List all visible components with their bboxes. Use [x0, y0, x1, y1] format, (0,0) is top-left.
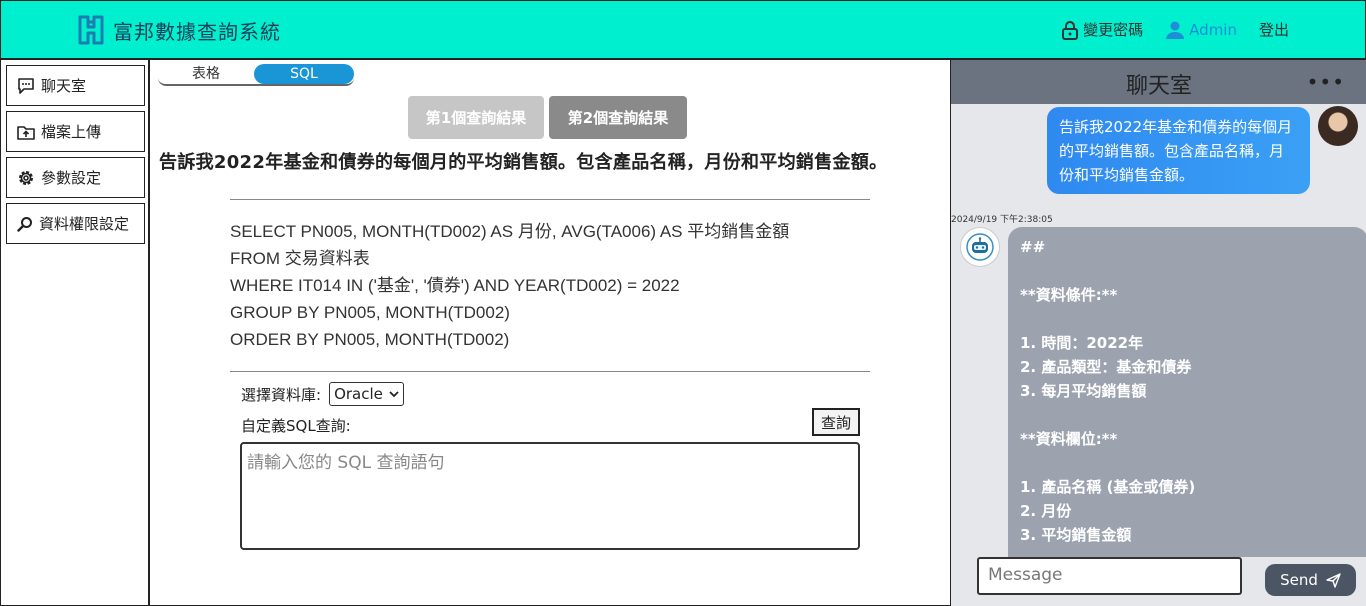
send-button[interactable]: Send — [1265, 564, 1356, 596]
sql-query-input[interactable]: 請輸入您的 SQL 查詢語句 — [240, 442, 860, 550]
chat-panel: 聊天室 ••• 告訴我2022年基金和債券的每個月的平均銷售額。包含產品名稱，月… — [950, 60, 1366, 606]
tab-sql[interactable]: SQL — [254, 64, 354, 84]
bot-message-line: 3. 平均銷售金額 — [1020, 526, 1132, 544]
user-icon — [1166, 21, 1185, 39]
bot-message-line: 2. 產品類型：基金和債券 — [1020, 358, 1192, 376]
user-avatar — [1318, 106, 1358, 146]
search-icon — [17, 216, 32, 232]
message-timestamp: 2024/9/19 下午2:38:05 — [951, 215, 1053, 225]
chat-bubble-icon — [18, 77, 34, 94]
database-label: 選擇資料庫: — [241, 385, 322, 404]
send-icon — [1326, 572, 1341, 588]
sql-line: WHERE IT014 IN ('基金', '債券') AND YEAR(TD0… — [230, 276, 680, 295]
tab-table[interactable]: 表格 — [158, 64, 254, 84]
divider — [230, 371, 870, 372]
sql-line: GROUP BY PN005, MONTH(TD002) — [230, 303, 510, 322]
bot-message-line: **資料條件:** — [1020, 286, 1118, 304]
change-password-link[interactable]: 變更密碼 — [1061, 19, 1143, 40]
more-options-icon[interactable]: ••• — [1307, 70, 1345, 94]
main-content: 表格 SQL 第1個查詢結果 第2個查詢結果 告訴我2022年基金和債券的每個月… — [150, 60, 950, 606]
bot-message-bubble: ## **資料條件:** 1. 時間：2022年 2. 產品類型：基金和債券 3… — [1008, 227, 1366, 557]
bot-message-line: ## — [1020, 238, 1046, 256]
top-header: 富邦數據查詢系統 變更密碼 Admin 登出 — [0, 0, 1366, 60]
sidebar-item-label: 檔案上傳 — [41, 123, 102, 141]
database-selector-row: 選擇資料庫: Oracle — [241, 382, 404, 406]
sidebar-item-label: 資料權限設定 — [39, 215, 130, 233]
sidebar-item-data-permissions[interactable]: 資料權限設定 — [6, 203, 145, 244]
bot-message-line: 3. 每月平均銷售額 — [1020, 382, 1147, 400]
view-tabs: 表格 SQL — [158, 64, 354, 86]
app-title: 富邦數據查詢系統 — [113, 19, 281, 44]
fubon-logo-icon — [78, 15, 104, 45]
chevron-down-icon — [389, 391, 399, 398]
logout-link[interactable]: 登出 — [1259, 19, 1289, 40]
bot-message-line: 2. 月份 — [1020, 502, 1072, 520]
bot-message-line: 1. 產品名稱 (基金或債券) — [1020, 478, 1196, 496]
user-message-bubble: 告訴我2022年基金和債券的每個月的平均銷售額。包含產品名稱，月份和平均銷售金額… — [1047, 107, 1310, 194]
bot-message-line — [1020, 451, 1356, 475]
logout-label: 登出 — [1258, 21, 1289, 39]
custom-sql-label: 自定義SQL查詢: — [241, 417, 351, 435]
result-2-button[interactable]: 第2個查詢結果 — [549, 96, 687, 139]
folder-upload-icon — [17, 125, 35, 140]
sidebar-item-label: 參數設定 — [41, 169, 102, 187]
sql-line: SELECT PN005, MONTH(TD002) AS 月份, AVG(TA… — [230, 222, 790, 241]
sql-line: FROM 交易資料表 — [230, 249, 370, 268]
bot-message-line — [1020, 403, 1356, 427]
bot-avatar — [960, 227, 1000, 267]
bot-message-line: **資料欄位:** — [1020, 430, 1118, 448]
sidebar: 聊天室 檔案上傳 參數設定 資料權限設定 — [0, 60, 150, 606]
chat-message-input[interactable]: Message — [977, 557, 1242, 595]
brand: 富邦數據查詢系統 — [77, 15, 281, 45]
sql-line: ORDER BY PN005, MONTH(TD002) — [230, 330, 510, 349]
query-button[interactable]: 查詢 — [812, 408, 860, 436]
change-password-label: 變更密碼 — [1083, 21, 1144, 39]
bot-message-line: 1. 時間：2022年 — [1020, 334, 1144, 352]
header-actions: 變更密碼 Admin 登出 — [1061, 19, 1289, 40]
robot-icon — [966, 233, 994, 261]
admin-user-link[interactable]: Admin — [1165, 20, 1237, 40]
sidebar-item-label: 聊天室 — [41, 77, 87, 95]
result-1-button[interactable]: 第1個查詢結果 — [408, 96, 544, 139]
bot-message-line — [1020, 307, 1356, 331]
chat-title: 聊天室 — [1125, 74, 1192, 99]
bot-message-line — [1020, 259, 1356, 283]
sidebar-item-settings[interactable]: 參數設定 — [6, 157, 145, 198]
lock-icon — [1062, 20, 1079, 40]
sidebar-item-chatroom[interactable]: 聊天室 — [6, 65, 145, 106]
sidebar-item-file-upload[interactable]: 檔案上傳 — [6, 111, 145, 152]
generated-sql: SELECT PN005, MONTH(TD002) AS 月份, AVG(TA… — [230, 218, 789, 353]
gear-icon — [19, 170, 33, 185]
divider — [230, 199, 870, 200]
admin-label: Admin — [1189, 20, 1237, 39]
database-selected-value: Oracle — [334, 385, 383, 403]
send-label: Send — [1280, 571, 1318, 589]
chat-header: 聊天室 ••• — [951, 60, 1366, 104]
database-select[interactable]: Oracle — [329, 382, 404, 406]
query-question: 告訴我2022年基金和債券的每個月的平均銷售額。包含產品名稱，月份和平均銷售金額… — [159, 152, 888, 173]
